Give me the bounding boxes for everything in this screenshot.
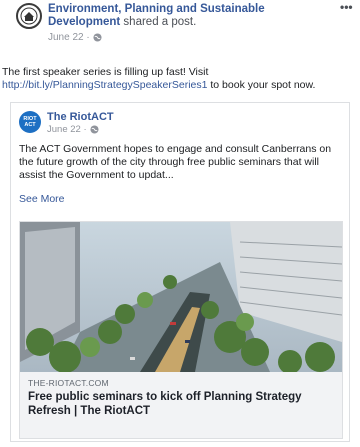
- post-body-text: The first speaker series is filling up f…: [2, 66, 209, 78]
- post-meta: June 22 ·: [48, 31, 326, 44]
- preview-image[interactable]: [20, 222, 342, 372]
- preview-title[interactable]: Free public seminars to kick off Plannin…: [28, 390, 338, 418]
- city-rendering-image: [20, 222, 342, 372]
- shared-page-link[interactable]: The RiotACT: [47, 111, 114, 123]
- post-date[interactable]: June 22 ·: [48, 31, 90, 44]
- shared-post-meta: June 22 ·: [47, 124, 99, 135]
- shared-post-header: RIOT ACT The RiotACT June 22 ·: [19, 111, 339, 141]
- riotact-avatar[interactable]: RIOT ACT: [19, 111, 41, 133]
- post-body: The first speaker series is filling up f…: [2, 66, 352, 92]
- shared-post-date[interactable]: June 22 ·: [47, 124, 87, 135]
- avatar[interactable]: [16, 3, 42, 29]
- shared-post-text: The ACT Government hopes to engage and c…: [19, 143, 332, 181]
- post-header: Environment, Planning and Sustainable De…: [16, 1, 356, 44]
- see-more-link[interactable]: See More: [19, 193, 65, 205]
- shared-post-card: RIOT ACT The RiotACT June 22 · The ACT G…: [10, 102, 350, 442]
- globe-icon: [90, 125, 99, 134]
- facebook-post: Environment, Planning and Sustainable De…: [0, 0, 360, 447]
- globe-icon: [93, 33, 102, 42]
- government-logo-icon: [20, 7, 38, 25]
- post-body-suffix: to book your spot now.: [207, 79, 316, 91]
- link-preview[interactable]: THE-RIOTACT.COM Free public seminars to …: [19, 221, 343, 439]
- more-options-icon[interactable]: •••: [340, 1, 356, 15]
- preview-footer[interactable]: THE-RIOTACT.COM Free public seminars to …: [20, 372, 342, 438]
- header-text: Environment, Planning and Sustainable De…: [48, 3, 326, 44]
- shared-post-text: shared a post.: [123, 16, 197, 28]
- preview-domain: THE-RIOTACT.COM: [28, 378, 109, 388]
- post-link[interactable]: http://bit.ly/PlanningStrategySpeakerSer…: [2, 79, 207, 91]
